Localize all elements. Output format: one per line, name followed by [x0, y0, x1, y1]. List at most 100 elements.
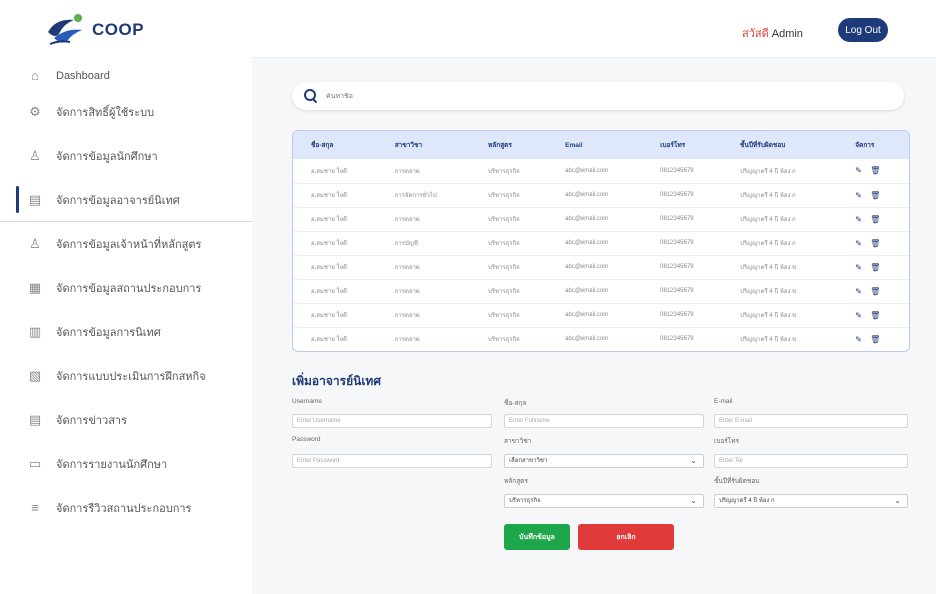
column-header: เบอร์โทร	[660, 142, 686, 149]
advisor-table: ชื่อ-สกุล สาขาวิชา หลักสูตร Email เบอร์โทร ชั…	[292, 130, 910, 352]
phone-field[interactable]: Enter Tel	[714, 454, 908, 468]
top-header: สวัสดี Admin Log Out	[252, 0, 936, 58]
table-cell: อ.สมชาย ใจดี	[311, 265, 347, 271]
main-panel: ชื่อ-สกุลสาขาวิชาหลักสูตรEmailเบอร์โทรชั…	[252, 58, 936, 594]
sidebar-item-0[interactable]: ⌂ Dashboard	[0, 62, 252, 90]
report-icon: ▭	[28, 456, 42, 471]
major-label: สาขาวิชา	[504, 438, 532, 445]
sidebar-item-8[interactable]: ▤ จัดการข่าวสาร	[0, 398, 252, 442]
row-actions[interactable]: ✎ 🗑	[837, 279, 909, 303]
column-header: Email	[565, 141, 583, 149]
row-actions[interactable]: ✎ 🗑	[837, 207, 909, 231]
news-icon: ▤	[28, 412, 42, 427]
column-header: หลักสูตร	[488, 142, 512, 149]
sidebar-item-4[interactable]: ♙ จัดการข้อมูลเจ้าหน้าที่หลักสูตร	[0, 222, 252, 266]
save-button[interactable]: บันทึกข้อมูล	[504, 524, 570, 550]
search-icon	[304, 89, 318, 103]
building-icon: ▦	[28, 280, 42, 295]
curriculum-select[interactable]: บริหารธุรกิจ ⌄	[504, 494, 704, 508]
cancel-button[interactable]: ยกเลิก	[578, 524, 674, 550]
home-icon: ⌂	[31, 68, 39, 83]
sidebar-item-5[interactable]: ▦ จัดการข้อมูลสถานประกอบการ	[0, 266, 252, 310]
table-row: อ.สมชาย ใจดี การบัญชี บริหารธุรกิจ abc@emai…	[293, 231, 909, 255]
table-cell: บริหารธุรกิจ	[488, 241, 520, 247]
chevron-down-icon: ⌄	[690, 496, 697, 505]
logout-button[interactable]: Log Out	[838, 18, 888, 42]
search-bar[interactable]	[292, 82, 904, 110]
sidebar-item-10[interactable]: ≡ จัดการรีวิวสถานประกอบการ	[0, 486, 252, 530]
table-cell: อ.สมชาย ใจดี	[311, 313, 347, 319]
fullname-label: ชื่อ-สกุล	[504, 400, 527, 407]
curriculum-select-value: บริหารธุรกิจ	[509, 498, 541, 504]
table-cell: abc@email.com	[565, 288, 609, 294]
table-row: อ.สมชาย ใจดี การตลาด บริหารธุรกิจ abc@email…	[293, 255, 909, 279]
logo-mark-icon	[44, 10, 88, 50]
column-header: จัดการ	[855, 142, 875, 149]
table-cell: ปริญญาตรี 4 ปี ห้อง ก	[740, 241, 796, 247]
column-header: ชื่อ-สกุล	[311, 142, 334, 149]
clipboard-icon: ▧	[28, 368, 42, 383]
table-cell: การตลาด	[394, 313, 420, 319]
table-row: อ.สมชาย ใจดี การตลาด บริหารธุรกิจ abc@email…	[293, 279, 909, 303]
major-select-value: เลือกสาขาวิชา	[509, 458, 548, 464]
username-field[interactable]: Enter Username	[292, 414, 492, 428]
row-actions[interactable]: ✎ 🗑	[837, 231, 909, 255]
sidebar-item-label: จัดการข้อมูลเจ้าหน้าที่หลักสูตร	[56, 239, 202, 251]
active-indicator	[16, 186, 19, 213]
major-select[interactable]: เลือกสาขาวิชา ⌄	[504, 454, 704, 468]
table-cell: การตลาด	[394, 168, 420, 175]
table-cell: การตลาด	[394, 265, 420, 271]
table-cell: บริหารธุรกิจ	[488, 337, 520, 343]
chevron-down-icon: ⌄	[894, 496, 901, 505]
sidebar-item-7[interactable]: ▧ จัดการแบบประเมินการฝึกสหกิจ	[0, 354, 252, 398]
table-cell: อ.สมชาย ใจดี	[311, 337, 347, 343]
row-actions[interactable]: ✎ 🗑	[837, 303, 909, 327]
curriculum-label: หลักสูตร	[504, 478, 528, 485]
sidebar-item-2[interactable]: ♙ จัดการข้อมูลนักศึกษา	[0, 134, 252, 178]
table-cell: อ.สมชาย ใจดี	[311, 168, 347, 175]
table-cell: บริหารธุรกิจ	[488, 217, 520, 223]
sidebar-item-3[interactable]: ▤ จัดการข้อมูลอาจารย์นิเทศ	[0, 178, 252, 222]
table-cell: abc@email.com	[565, 312, 609, 318]
sidebar-item-label: จัดการข้อมูลนักศึกษา	[56, 151, 158, 163]
sidebar: COOP ⌂ Dashboard ⚙ จัดการสิทธิ์ผู้ใช้ระบบ ♙ จ…	[0, 0, 252, 594]
sidebar-item-label: Dashboard	[56, 70, 110, 82]
fullname-field[interactable]: Enter Fullname	[504, 414, 704, 428]
table-cell: abc@email.com	[565, 216, 609, 222]
table-cell: บริหารธุรกิจ	[488, 168, 520, 175]
table-cell: อ.สมชาย ใจดี	[311, 289, 347, 295]
document-icon: ▥	[28, 324, 42, 339]
table-cell: ปริญญาตรี 4 ปี ห้อง ก	[740, 193, 796, 199]
student-icon: ♙	[29, 148, 41, 163]
sidebar-item-9[interactable]: ▭ จัดการรายงานนักศึกษา	[0, 442, 252, 486]
table-row: อ.สมชาย ใจดี การตลาด บริหารธุรกิจ abc@email…	[293, 327, 909, 351]
row-actions[interactable]: ✎ 🗑	[837, 327, 909, 351]
table-cell: ปริญญาตรี 4 ปี ห้อง ข	[740, 265, 797, 271]
row-actions[interactable]: ✎ 🗑	[837, 159, 909, 183]
sidebar-item-label: จัดการรีวิวสถานประกอบการ	[56, 503, 192, 515]
sidebar-item-6[interactable]: ▥ จัดการข้อมูลการนิเทศ	[0, 310, 252, 354]
table-cell: การบัญชี	[394, 241, 418, 247]
row-actions[interactable]: ✎ 🗑	[837, 183, 909, 207]
table-cell: การตลาด	[394, 217, 420, 223]
sidebar-item-label: จัดการแบบประเมินการฝึกสหกิจ	[56, 371, 206, 383]
table-cell: ปริญญาตรี 4 ปี ห้อง ก	[740, 217, 796, 223]
sidebar-item-1[interactable]: ⚙ จัดการสิทธิ์ผู้ใช้ระบบ	[0, 90, 252, 134]
table-cell: 0812345678	[660, 192, 694, 198]
table-cell: บริหารธุรกิจ	[488, 265, 520, 271]
table-row: อ.สมชาย ใจดี การตลาด บริหารธุรกิจ abc@email…	[293, 207, 909, 231]
table-cell: abc@email.com	[565, 264, 609, 270]
sidebar-item-label: จัดการรายงานนักศึกษา	[56, 459, 168, 471]
row-actions[interactable]: ✎ 🗑	[837, 255, 909, 279]
table-cell: abc@email.com	[565, 167, 609, 174]
user-name: Admin	[771, 28, 803, 40]
password-field[interactable]: Enter Password	[292, 454, 492, 468]
column-header: สาขาวิชา	[394, 142, 423, 149]
year-select[interactable]: ปริญญาตรี 4 ปี ห้อง ก ⌄	[714, 494, 908, 508]
search-input[interactable]	[326, 92, 826, 100]
app-logo[interactable]: COOP	[44, 10, 144, 50]
table-cell: 0812345678	[660, 312, 694, 318]
sidebar-item-label: จัดการข่าวสาร	[56, 415, 128, 427]
email-field[interactable]: Enter E-mail	[714, 414, 908, 428]
greeting-text: สวัสดี	[742, 28, 769, 40]
